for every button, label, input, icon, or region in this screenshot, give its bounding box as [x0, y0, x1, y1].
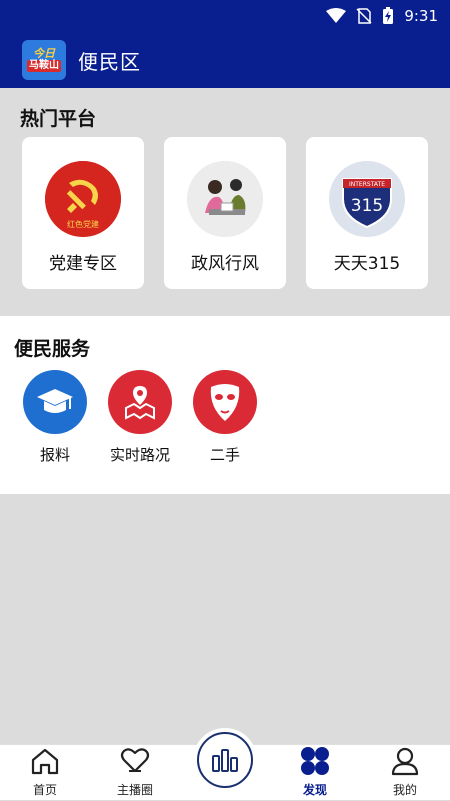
- profile-icon: [390, 745, 420, 777]
- discover-icon: [300, 745, 330, 777]
- services-section: 便民服务 报料 实时路况 二手: [0, 316, 450, 494]
- wifi-icon: [326, 8, 347, 23]
- service-label: 二手: [209, 446, 240, 464]
- battery-charging-icon: [383, 7, 394, 24]
- svg-text:INTERSTATE: INTERSTATE: [349, 181, 385, 188]
- heart-chat-icon: [119, 745, 151, 777]
- app-header: 今日 马鞍山 便民区: [0, 32, 450, 88]
- center-action-button[interactable]: [193, 728, 257, 792]
- service-report[interactable]: 报料: [15, 370, 95, 465]
- graduation-cap-icon: [23, 370, 87, 434]
- nav-profile[interactable]: 我的: [365, 745, 445, 801]
- platform-card-party[interactable]: 红色党建 党建专区: [22, 137, 144, 289]
- svg-text:红色党建: 红色党建: [67, 219, 99, 229]
- party-emblem-icon: 红色党建: [45, 161, 121, 237]
- mask-icon: [193, 370, 257, 434]
- service-traffic[interactable]: 实时路况: [100, 370, 180, 465]
- platform-card-315[interactable]: INTERSTATE 315 天天315: [306, 137, 428, 289]
- government-service-icon: [187, 161, 263, 237]
- platform-label: 党建专区: [49, 254, 117, 274]
- clock: 9:31: [404, 7, 438, 25]
- hot-platforms-section: 热门平台 红色党建 党建专区 政风行风 INTERSTATE 315 天天315: [0, 88, 450, 316]
- section-title-services: 便民服务: [14, 338, 91, 360]
- platform-label: 天天315: [333, 254, 401, 274]
- svg-text:315: 315: [351, 196, 383, 216]
- platform-card-government[interactable]: 政风行风: [164, 137, 286, 289]
- nav-home[interactable]: 首页: [5, 745, 85, 801]
- nav-discover[interactable]: 发现: [275, 745, 355, 801]
- section-title-hot: 热门平台: [20, 108, 97, 130]
- map-location-icon: [108, 370, 172, 434]
- home-icon: [30, 745, 60, 777]
- service-label: 报料: [39, 446, 70, 464]
- page-title: 便民区: [78, 49, 141, 74]
- bar-chart-icon: [212, 749, 238, 772]
- service-secondhand[interactable]: 二手: [185, 370, 265, 465]
- service-label: 实时路况: [109, 446, 170, 464]
- app-logo: 今日 马鞍山: [22, 40, 66, 80]
- platform-label: 政风行风: [191, 254, 259, 274]
- interstate-315-sign-icon: INTERSTATE 315: [329, 161, 405, 237]
- nav-anchor-circle[interactable]: 主播圈: [95, 745, 175, 801]
- no-sim-icon: [356, 8, 372, 24]
- status-bar: 9:31: [0, 0, 450, 32]
